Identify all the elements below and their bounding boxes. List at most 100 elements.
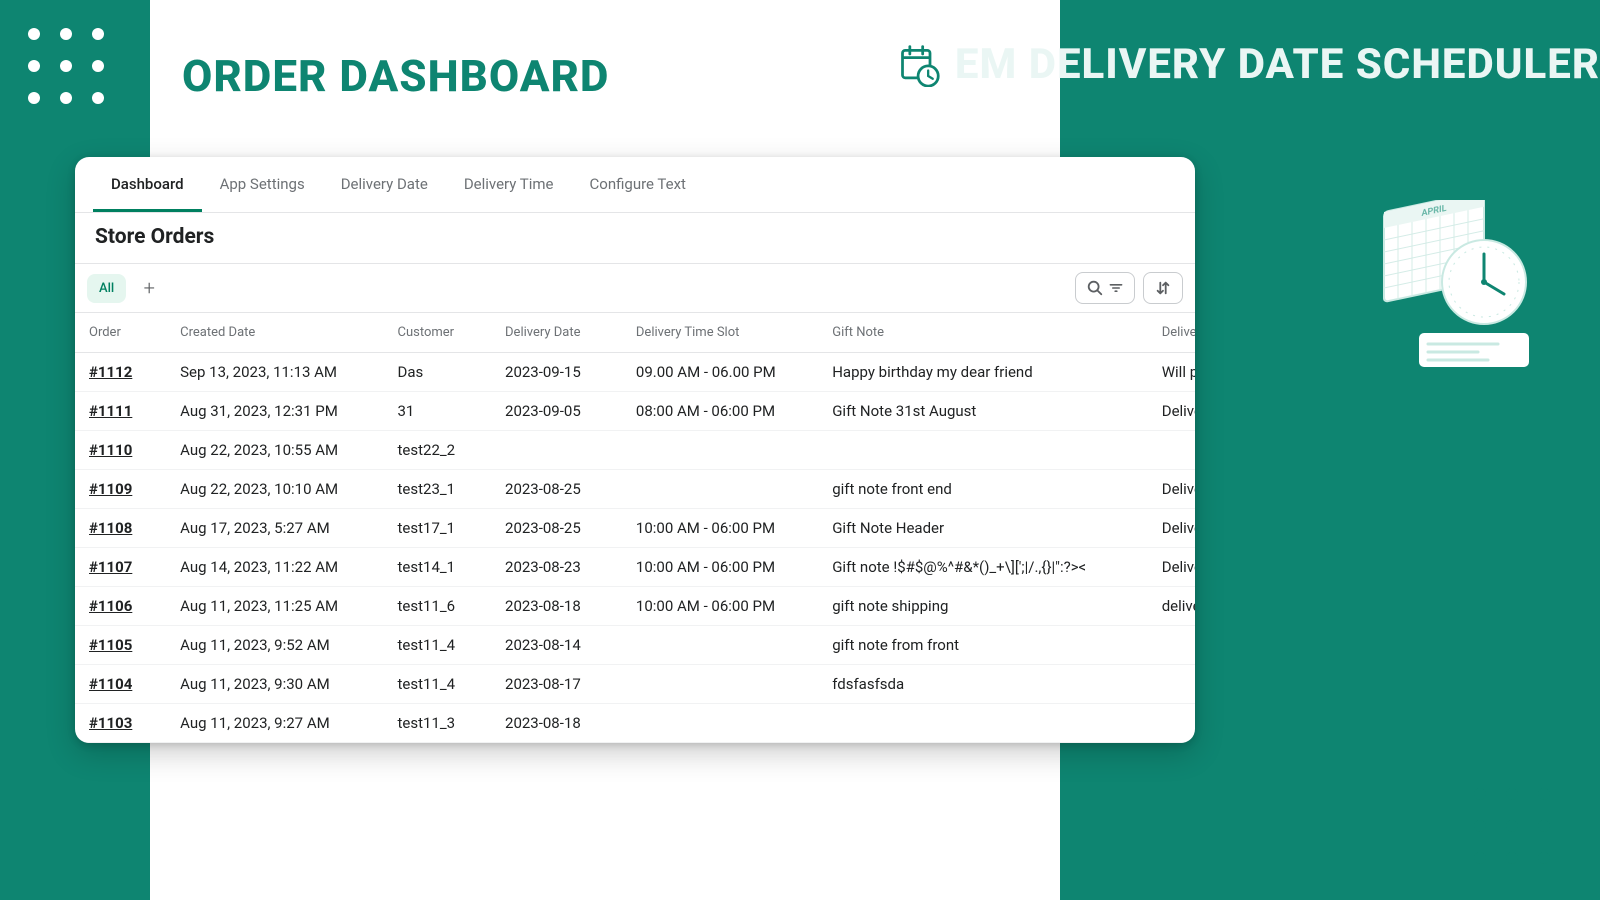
cell-gift-note <box>818 431 1148 470</box>
table-row: #1112Sep 13, 2023, 11:13 AMDas2023-09-15… <box>75 353 1195 392</box>
cell-deliv-note: Delivery Note 31st August <box>1148 392 1195 431</box>
cell-customer: test11_4 <box>384 626 492 665</box>
table-row: #1106 Aug 11, 2023, 11:25 AMtest11_62023-… <box>75 587 1195 626</box>
tab-bar: DashboardApp SettingsDelivery DateDelive… <box>75 157 1195 213</box>
column-header-customer[interactable]: Customer <box>384 313 492 353</box>
cell-customer: test22_2 <box>384 431 492 470</box>
cell-created: Aug 31, 2023, 12:31 PM <box>166 392 383 431</box>
order-link[interactable]: #1106 <box>89 597 132 615</box>
cell-gift-note: Gift Note Header <box>818 509 1148 548</box>
cell-time-slot <box>622 665 818 704</box>
panel-title: Store Orders <box>75 213 1195 263</box>
cell-customer: test23_1 <box>384 470 492 509</box>
cell-created: Aug 11, 2023, 11:25 AM <box>166 587 383 626</box>
table-row: #1110Aug 22, 2023, 10:55 AMtest22_2 <box>75 431 1195 470</box>
cell-customer: test14_1 <box>384 548 492 587</box>
cell-deliv-date: 2023-08-18 <box>491 587 622 626</box>
cell-created: Aug 11, 2023, 9:30 AM <box>166 665 383 704</box>
cell-deliv-note <box>1148 626 1195 665</box>
table-row: #1108 Aug 17, 2023, 5:27 AMtest17_12023-0… <box>75 509 1195 548</box>
order-link[interactable]: #1112 <box>89 363 132 381</box>
tab-app-settings[interactable]: App Settings <box>202 157 323 212</box>
cell-deliv-note <box>1148 665 1195 704</box>
cell-customer: test11_6 <box>384 587 492 626</box>
cell-customer: test11_4 <box>384 665 492 704</box>
cell-customer: Das <box>384 353 492 392</box>
cell-deliv-note: delivery note <box>1148 587 1195 626</box>
order-link[interactable]: #1105 <box>89 636 132 654</box>
cell-deliv-date: 2023-08-14 <box>491 626 622 665</box>
cell-created: Sep 13, 2023, 11:13 AM <box>166 353 383 392</box>
tab-delivery-date[interactable]: Delivery Date <box>323 157 446 212</box>
order-link[interactable]: #1110 <box>89 441 132 459</box>
cell-gift-note: Happy birthday my dear friend <box>818 353 1148 392</box>
column-header-delivery-note[interactable]: Delivery Note <box>1148 313 1195 353</box>
table-row: #1107 Aug 14, 2023, 11:22 AMtest14_12023-… <box>75 548 1195 587</box>
cell-gift-note <box>818 704 1148 743</box>
brand-name: EM DELIVERY DATE SCHEDULER <box>955 40 1600 89</box>
cell-deliv-note: Will pick at 3.30pm <box>1148 353 1195 392</box>
cell-gift-note: Gift Note 31st August <box>818 392 1148 431</box>
table-header-row: Order Created Date Customer Delivery Dat… <box>75 313 1195 353</box>
cell-created: Aug 11, 2023, 9:27 AM <box>166 704 383 743</box>
filter-chip-all[interactable]: All <box>87 274 126 303</box>
column-header-delivery-date[interactable]: Delivery Date <box>491 313 622 353</box>
add-view-button[interactable]: + <box>134 273 164 303</box>
cell-created: Aug 17, 2023, 5:27 AM <box>166 509 383 548</box>
cell-gift-note: Gift note !$#$@%^#&*()_+\][';|/.,{}|":?>… <box>818 548 1148 587</box>
cell-created: Aug 11, 2023, 9:52 AM <box>166 626 383 665</box>
cell-time-slot <box>622 626 818 665</box>
cell-deliv-date: 2023-08-23 <box>491 548 622 587</box>
cell-time-slot <box>622 431 818 470</box>
sort-icon <box>1154 279 1172 297</box>
tab-configure-text[interactable]: Configure Text <box>572 157 704 212</box>
cell-deliv-date <box>491 431 622 470</box>
cell-customer: test17_1 <box>384 509 492 548</box>
order-link[interactable]: #1109 <box>89 480 132 498</box>
cell-deliv-date: 2023-08-18 <box>491 704 622 743</box>
orders-table: Order Created Date Customer Delivery Dat… <box>75 313 1195 743</box>
order-link[interactable]: #1103 <box>89 714 132 732</box>
cell-gift-note: gift note shipping <box>818 587 1148 626</box>
table-row: #1105 Aug 11, 2023, 9:52 AMtest11_42023-0… <box>75 626 1195 665</box>
order-link[interactable]: #1111 <box>89 402 132 420</box>
sort-button[interactable] <box>1143 272 1183 304</box>
column-header-created[interactable]: Created Date <box>166 313 383 353</box>
cell-deliv-date: 2023-08-25 <box>491 470 622 509</box>
cell-customer: 31 <box>384 392 492 431</box>
cell-gift-note: gift note from front <box>818 626 1148 665</box>
cell-deliv-date: 2023-08-25 <box>491 509 622 548</box>
calendar-clock-icon <box>897 43 941 87</box>
table-row: #1104Aug 11, 2023, 9:30 AMtest11_42023-0… <box>75 665 1195 704</box>
search-icon <box>1086 279 1104 297</box>
column-header-order[interactable]: Order <box>75 313 166 353</box>
tab-dashboard[interactable]: Dashboard <box>93 157 202 212</box>
cell-gift-note: gift note front end <box>818 470 1148 509</box>
cell-time-slot: 08:00 AM - 06:00 PM <box>622 392 818 431</box>
order-link[interactable]: #1107 <box>89 558 132 576</box>
cell-deliv-note: Delivery Note Front End <box>1148 509 1195 548</box>
filter-icon <box>1108 280 1124 296</box>
cell-time-slot <box>622 470 818 509</box>
cell-time-slot: 10:00 AM - 06:00 PM <box>622 548 818 587</box>
cell-gift-note: fdsfasfsda <box>818 665 1148 704</box>
orders-card: DashboardApp SettingsDelivery DateDelive… <box>75 157 1195 743</box>
cell-deliv-note: Delivery note front end !@ <box>1148 548 1195 587</box>
cell-customer: test11_3 <box>384 704 492 743</box>
plus-icon: + <box>144 276 155 300</box>
table-scroll-container[interactable]: Order Created Date Customer Delivery Dat… <box>75 313 1195 743</box>
cell-time-slot: 10:00 AM - 06:00 PM <box>622 509 818 548</box>
column-header-time-slot[interactable]: Delivery Time Slot <box>622 313 818 353</box>
cell-created: Aug 14, 2023, 11:22 AM <box>166 548 383 587</box>
page-title: ORDER DASHBOARD <box>182 50 609 102</box>
cell-deliv-note <box>1148 431 1195 470</box>
order-link[interactable]: #1108 <box>89 519 132 537</box>
tab-delivery-time[interactable]: Delivery Time <box>446 157 572 212</box>
table-row: #1109Aug 22, 2023, 10:10 AMtest23_12023-… <box>75 470 1195 509</box>
cell-time-slot <box>622 704 818 743</box>
cell-deliv-date: 2023-09-05 <box>491 392 622 431</box>
column-header-gift-note[interactable]: Gift Note <box>818 313 1148 353</box>
order-link[interactable]: #1104 <box>89 675 132 693</box>
search-filter-button[interactable] <box>1075 272 1135 304</box>
cell-deliv-note: Delivery Note front end <box>1148 470 1195 509</box>
